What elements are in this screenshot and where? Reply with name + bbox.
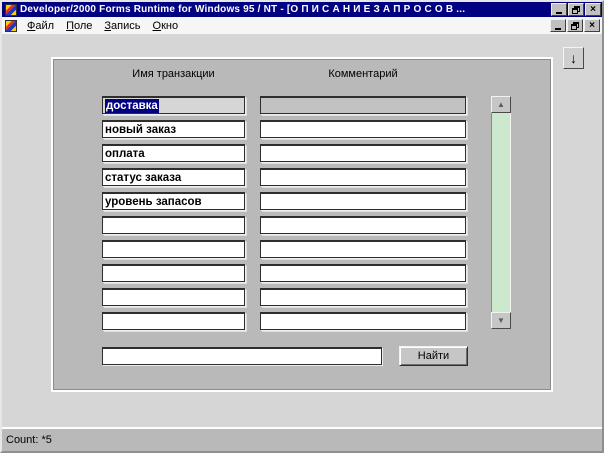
table-row xyxy=(102,312,466,330)
comment-field[interactable] xyxy=(260,288,466,306)
menu-file-label: айл xyxy=(35,19,55,32)
transaction-name-field[interactable] xyxy=(102,264,245,282)
scrollbar-down-button[interactable]: ▼ xyxy=(491,312,511,329)
transaction-name-value: новый заказ xyxy=(105,123,177,136)
transaction-name-column-header: Имя транзакции xyxy=(132,68,215,80)
transaction-name-value: статус заказа xyxy=(105,171,182,184)
child-close-button[interactable]: × xyxy=(584,19,600,32)
child-restore-button[interactable] xyxy=(567,19,583,32)
scrollbar-track[interactable] xyxy=(491,113,511,312)
comment-field[interactable] xyxy=(260,168,466,186)
menu-window[interactable]: Окно xyxy=(147,19,185,33)
transaction-name-value: доставка xyxy=(105,98,159,113)
status-bar: Count: *5 xyxy=(2,427,602,451)
table-row: статус заказа xyxy=(102,168,466,186)
transaction-name-value: уровень запасов xyxy=(105,195,202,208)
restore-icon xyxy=(571,21,579,30)
close-button[interactable]: × xyxy=(585,3,601,16)
transaction-name-field[interactable] xyxy=(102,312,245,330)
transaction-name-field[interactable] xyxy=(102,240,245,258)
comment-field[interactable] xyxy=(260,240,466,258)
record-scrollbar[interactable]: ▲ ▼ xyxy=(491,96,511,329)
table-row xyxy=(102,264,466,282)
table-row: уровень запасов xyxy=(102,192,466,210)
menu-field[interactable]: Поле xyxy=(60,19,98,33)
table-row: новый заказ xyxy=(102,120,466,138)
menu-window-hotkey: О xyxy=(152,19,162,32)
menu-record-label: апись xyxy=(111,19,141,32)
form-rows: доставка новый заказ оплата статус заказа ур… xyxy=(102,96,466,330)
transaction-name-field[interactable] xyxy=(102,216,245,234)
table-row xyxy=(102,216,466,234)
down-arrow-icon: ▼ xyxy=(497,316,505,325)
search-input[interactable] xyxy=(102,347,382,365)
table-row xyxy=(102,288,466,306)
restore-icon xyxy=(572,5,580,14)
comment-field[interactable] xyxy=(260,144,466,162)
record-count: Count: *5 xyxy=(6,434,52,446)
minimize-icon xyxy=(556,12,562,14)
transaction-name-value: оплата xyxy=(105,147,145,160)
comment-field[interactable] xyxy=(260,120,466,138)
transaction-name-field[interactable]: уровень запасов xyxy=(102,192,245,210)
restore-button[interactable] xyxy=(568,3,584,16)
window-title: Developer/2000 Forms Runtime for Windows… xyxy=(20,4,466,15)
find-button[interactable]: Найти xyxy=(399,346,468,366)
table-row: доставка xyxy=(102,96,466,114)
menu-file[interactable]: Файл xyxy=(21,19,60,33)
transaction-name-field[interactable]: оплата xyxy=(102,144,245,162)
comment-field[interactable] xyxy=(260,96,466,114)
comment-column-header: Комментарий xyxy=(328,68,398,80)
minimize-button[interactable] xyxy=(551,3,567,16)
menu-record[interactable]: Запись xyxy=(98,19,146,33)
query-description-panel: Имя транзакции Комментарий доставка новый… xyxy=(53,59,551,390)
menu-window-label: кно xyxy=(161,19,179,32)
menu-field-label: оле xyxy=(73,19,93,32)
document-icon xyxy=(5,19,17,32)
scroll-down-toolbar-button[interactable]: ↓ xyxy=(563,47,584,69)
title-bar: Developer/2000 Forms Runtime for Windows… xyxy=(2,2,602,17)
table-row xyxy=(102,240,466,258)
comment-field[interactable] xyxy=(260,192,466,210)
table-row: оплата xyxy=(102,144,466,162)
menu-bar: Файл Поле Запись Окно × xyxy=(2,17,602,35)
comment-field[interactable] xyxy=(260,312,466,330)
comment-field[interactable] xyxy=(260,216,466,234)
transaction-name-field[interactable] xyxy=(102,288,245,306)
child-minimize-button[interactable] xyxy=(550,19,566,32)
transaction-name-field[interactable]: статус заказа xyxy=(102,168,245,186)
up-arrow-icon: ▲ xyxy=(497,100,505,109)
transaction-name-field[interactable]: новый заказ xyxy=(102,120,245,138)
menu-field-hotkey: П xyxy=(66,19,74,32)
down-arrow-icon: ↓ xyxy=(570,50,577,66)
minimize-icon xyxy=(555,28,561,30)
transaction-name-field[interactable]: доставка xyxy=(102,96,245,114)
app-icon xyxy=(5,3,17,16)
app-window: Developer/2000 Forms Runtime for Windows… xyxy=(0,0,604,453)
close-icon: × xyxy=(590,3,596,15)
form-canvas: ↓ Имя транзакции Комментарий доставка нов… xyxy=(2,34,602,451)
close-icon: × xyxy=(589,19,595,31)
scrollbar-up-button[interactable]: ▲ xyxy=(491,96,511,113)
comment-field[interactable] xyxy=(260,264,466,282)
